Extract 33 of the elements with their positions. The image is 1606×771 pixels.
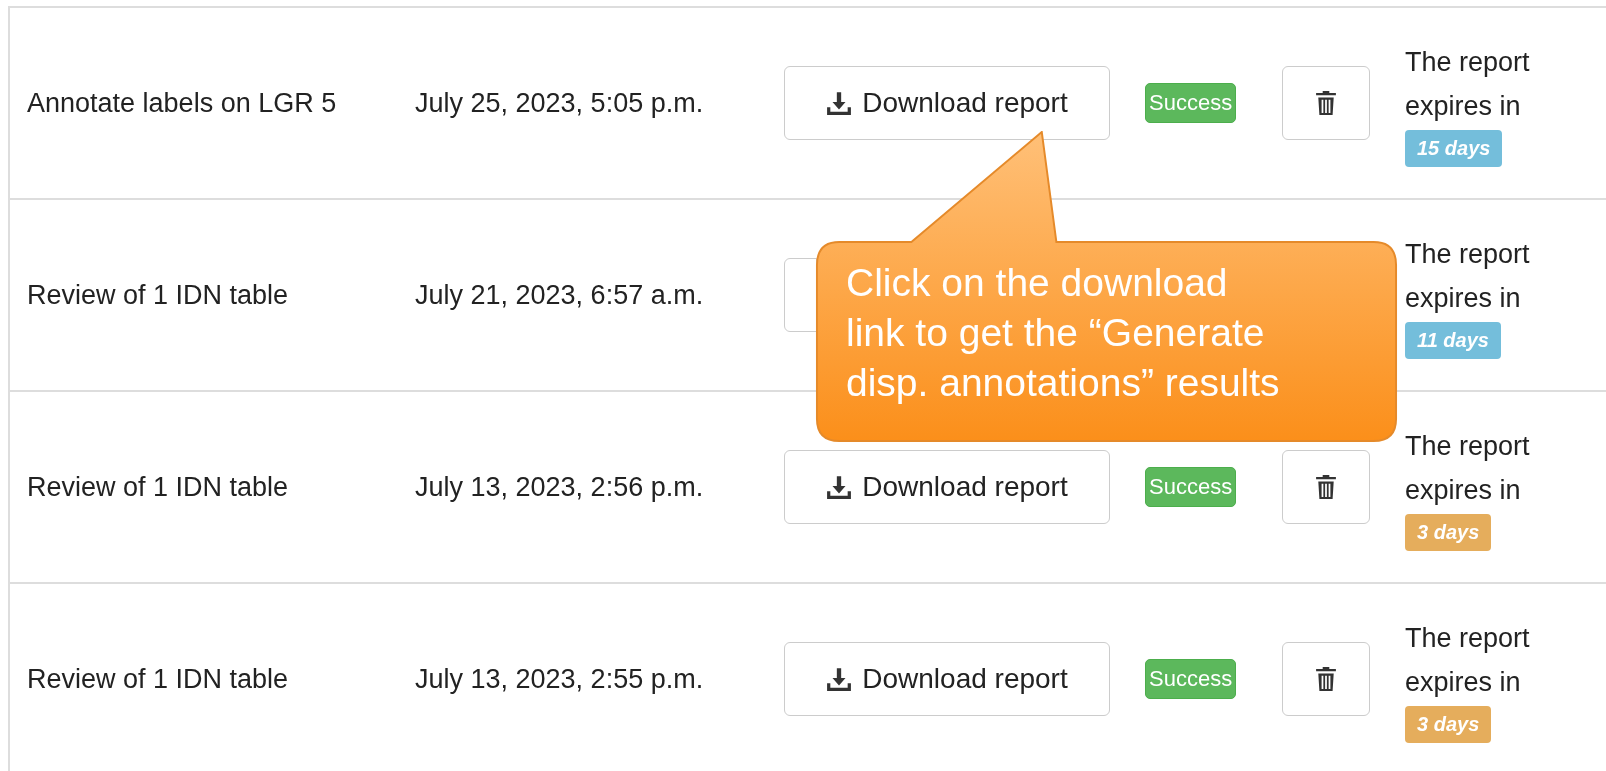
days-badge: 15 days (1405, 129, 1503, 167)
expiry-text: The report expires in (1405, 429, 1531, 507)
callout-text: Click on the download link to get the “Generate disp. annotations” results (846, 260, 1280, 406)
status-badge: Success (1145, 659, 1237, 699)
download-button[interactable]: Download report (784, 642, 1110, 716)
task-name: Annotate labels on LGR 5 (27, 87, 337, 119)
status-badge: Success (1145, 467, 1237, 507)
expiry-text: The report expires in (1405, 621, 1531, 699)
trash-icon (1315, 665, 1337, 693)
date-text: July 25, 2023, 5:05 p.m. (415, 87, 704, 119)
days-badge: 3 days (1405, 705, 1492, 743)
date-text: July 21, 2023, 6:57 a.m. (415, 279, 704, 311)
date-text: July 13, 2023, 2:55 p.m. (415, 663, 704, 695)
download-icon (826, 474, 853, 500)
task-name: Review of 1 IDN table (27, 279, 289, 311)
expiry-text: The report expires in (1405, 45, 1531, 123)
expiry-text: The report expires in (1405, 237, 1531, 315)
delete-button[interactable] (1282, 450, 1370, 524)
task-name: Review of 1 IDN table (27, 471, 289, 503)
download-icon (826, 90, 853, 116)
trash-icon (1315, 89, 1337, 117)
delete-button[interactable] (1282, 66, 1370, 140)
download-button[interactable] (784, 258, 817, 332)
task-name: Review of 1 IDN table (27, 663, 289, 695)
download-button[interactable]: Download report (784, 66, 1110, 140)
days-badge: 11 days (1405, 321, 1501, 359)
date-text: July 13, 2023, 2:56 p.m. (415, 471, 704, 503)
days-badge: 3 days (1405, 513, 1492, 551)
download-button[interactable]: Download report (784, 450, 1110, 524)
trash-icon (1315, 473, 1337, 501)
download-icon (826, 666, 853, 692)
status-badge: Success (1145, 83, 1237, 123)
delete-button[interactable] (1282, 642, 1370, 716)
